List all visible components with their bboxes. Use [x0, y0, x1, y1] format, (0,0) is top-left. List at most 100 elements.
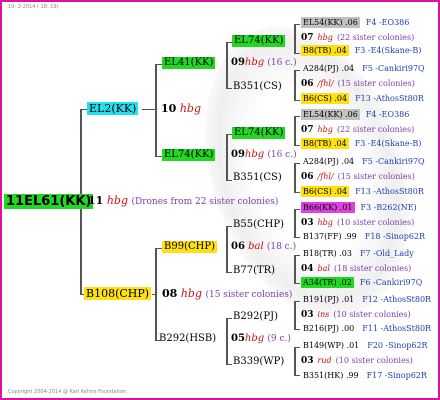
g3-node-6[interactable]: B292(PJ)	[233, 312, 278, 322]
g4-link-12[interactable]: F3 -B262(NE)	[361, 203, 417, 212]
g4-link-9[interactable]: F5 -Cankiri97Q	[362, 157, 424, 166]
connector-line	[294, 375, 300, 376]
g4-row-4: 06/fhl/(15 sister colonies)	[301, 80, 415, 89]
g2-node-0[interactable]: EL41(KK)	[162, 57, 216, 69]
g4-mark-13: hbg	[317, 218, 333, 227]
root-info: 11 hbg (Drones from 22 sister colonies)	[88, 195, 278, 207]
connector-line	[226, 318, 228, 364]
g4-id-2[interactable]: B8(TB) .04	[301, 45, 349, 56]
g4-row-6: EL54(KK) .06 F4 -EO386	[301, 109, 410, 120]
g4-row-14: B137(FF) .99 F18 -Sinop62R	[301, 233, 425, 241]
g4-id-14[interactable]: B137(FF) .99	[301, 231, 359, 242]
g4-id-5[interactable]: B6(CS) .04	[301, 93, 350, 104]
g4-id-9[interactable]: A284(PJ) .04	[301, 156, 356, 167]
g4-row-2: B8(TB) .04 F3 -E4(Skane-B)	[301, 45, 422, 56]
connector-line	[226, 180, 232, 181]
g4-row-22: 03 rud (10 sister colonies)	[301, 357, 413, 366]
g4-link-15[interactable]: F7 -Old_Lady	[360, 249, 414, 258]
g2-node-3[interactable]: B292(HSB)	[159, 334, 216, 344]
g4-link-18[interactable]: F12 -AthosSt80R	[362, 295, 431, 304]
connector-line	[294, 70, 296, 101]
g4-link-3[interactable]: F5 -Cankiri97Q	[362, 64, 424, 73]
connector-line	[294, 24, 300, 25]
g4-id-21[interactable]: B149(WP) .01	[301, 340, 361, 351]
g4-id-23[interactable]: B351(HK) .99	[301, 370, 361, 381]
g4-row-11: B6(CS) .04 F13 -AthosSt80R	[301, 186, 424, 197]
g4-num-4: 06	[301, 79, 314, 89]
g1-num-0: 10	[161, 102, 177, 115]
root-node[interactable]: 11EL61(KK)	[4, 194, 94, 209]
connector-line	[294, 329, 300, 330]
g4-mark-10: /fhl/	[317, 172, 334, 181]
g4-mark-16: bal	[317, 264, 330, 273]
connector-line	[226, 318, 232, 319]
g4-id-8[interactable]: B8(TB) .04	[301, 138, 349, 149]
g4-link-11[interactable]: F13 -AthosSt80R	[355, 187, 424, 196]
g3-node-1[interactable]: B351(CS)	[233, 82, 282, 92]
connector-line	[294, 100, 300, 101]
root-note: (Drones from 22 sister colonies)	[131, 197, 279, 207]
connector-line	[152, 294, 157, 295]
g4-num-1: 07	[301, 33, 314, 43]
g4-note-1: (22 sister colonies)	[336, 33, 415, 42]
g4-link-6[interactable]: F4 -EO386	[366, 110, 410, 119]
connector-line	[226, 88, 232, 89]
g4-link-14[interactable]: F18 -Sinop62R	[365, 232, 425, 241]
g4-id-0[interactable]: EL54(KK) .06	[301, 17, 360, 28]
g4-link-23[interactable]: F17 -Sinop62R	[367, 371, 427, 380]
g3-node-5[interactable]: B77(TR)	[233, 266, 275, 276]
g4-row-17: A34(TR) .02 F6 -Cankiri97Q	[301, 277, 422, 288]
g4-id-17[interactable]: A34(TR) .02	[301, 277, 354, 288]
g4-id-20[interactable]: B216(PJ) .00	[301, 323, 356, 334]
g4-note-16: (18 sister colonies)	[333, 264, 412, 273]
connector-line	[294, 53, 300, 54]
g4-row-19: 03 ins (10 sister colonies)	[301, 311, 411, 320]
g3-node-4[interactable]: B55(CHP)	[233, 220, 284, 230]
connector-line	[226, 272, 232, 273]
g3-node-0[interactable]: EL74(KK)	[232, 35, 286, 47]
connector-line	[294, 116, 300, 117]
g1-node-0[interactable]: EL2(KK)	[87, 102, 139, 115]
g4-link-17[interactable]: F6 -Cankiri97Q	[360, 278, 422, 287]
g4-mark-1: hbg	[317, 33, 333, 42]
g4-row-7: 07 hbg (22 sister colonies)	[301, 126, 414, 135]
g4-row-23: B351(HK) .99 F17 -Sinop62R	[301, 372, 427, 380]
g4-id-6[interactable]: EL54(KK) .06	[301, 109, 360, 120]
g4-row-20: B216(PJ) .00 F11 -AthosSt80R	[301, 325, 431, 333]
g4-link-0[interactable]: F4 -EO386	[366, 18, 410, 27]
g4-row-3: A284(PJ) .04 F5 -Cankiri97Q	[301, 65, 425, 73]
g4-row-1: 07 hbg (22 sister colonies)	[301, 34, 414, 43]
g1-node-1[interactable]: B108(CHP)	[84, 287, 152, 300]
g4-id-15[interactable]: B18(TR) .03	[301, 248, 354, 259]
connector-line	[294, 237, 300, 238]
g4-id-3[interactable]: A284(PJ) .04	[301, 63, 356, 74]
g4-link-5[interactable]: F13 -AthosSt80R	[355, 94, 424, 103]
g4-row-15: B18(TR) .03 F7 -Old_Lady	[301, 250, 414, 258]
g4-id-11[interactable]: B6(CS) .04	[301, 186, 350, 197]
connector-line	[226, 134, 228, 180]
g3-node-2[interactable]: EL74(KK)	[232, 127, 286, 139]
g4-note-19: (10 sister colonies)	[333, 310, 411, 319]
g4-row-21: B149(WP) .01 F20 -Sinop62R	[301, 342, 428, 350]
g3-node-7[interactable]: B339(WP)	[233, 357, 284, 367]
g4-link-2[interactable]: F3 -E4(Skane-B)	[355, 46, 422, 55]
g2-node-2[interactable]: B99(CHP)	[162, 241, 217, 253]
g4-id-12[interactable]: B66(KK) .01	[301, 202, 355, 213]
g4-id-18[interactable]: B191(PJ) .01	[301, 294, 356, 305]
g4-num-22: 03	[301, 356, 314, 366]
g1-num-1: 08	[162, 287, 178, 300]
connector-line	[226, 226, 232, 227]
g2-node-1[interactable]: EL74(KK)	[162, 149, 216, 161]
g2-mark-1: hbg	[244, 149, 265, 160]
connector-line	[294, 70, 300, 71]
g4-num-7: 07	[301, 125, 314, 135]
g1-mark-0: hbg	[179, 102, 201, 115]
g4-row-16: 04 bal (18 sister colonies)	[301, 265, 411, 274]
g4-link-21[interactable]: F20 -Sinop62R	[367, 341, 427, 350]
g4-row-8: B8(TB) .04 F3 -E4(Skane-B)	[301, 138, 422, 149]
g3-node-3[interactable]: B351(CS)	[233, 173, 282, 183]
g4-link-8[interactable]: F3 -E4(Skane-B)	[355, 139, 422, 148]
g4-link-20[interactable]: F11 -AthosSt80R	[362, 324, 431, 333]
g4-num-16: 04	[301, 264, 314, 274]
root-mark: hbg	[106, 194, 128, 207]
